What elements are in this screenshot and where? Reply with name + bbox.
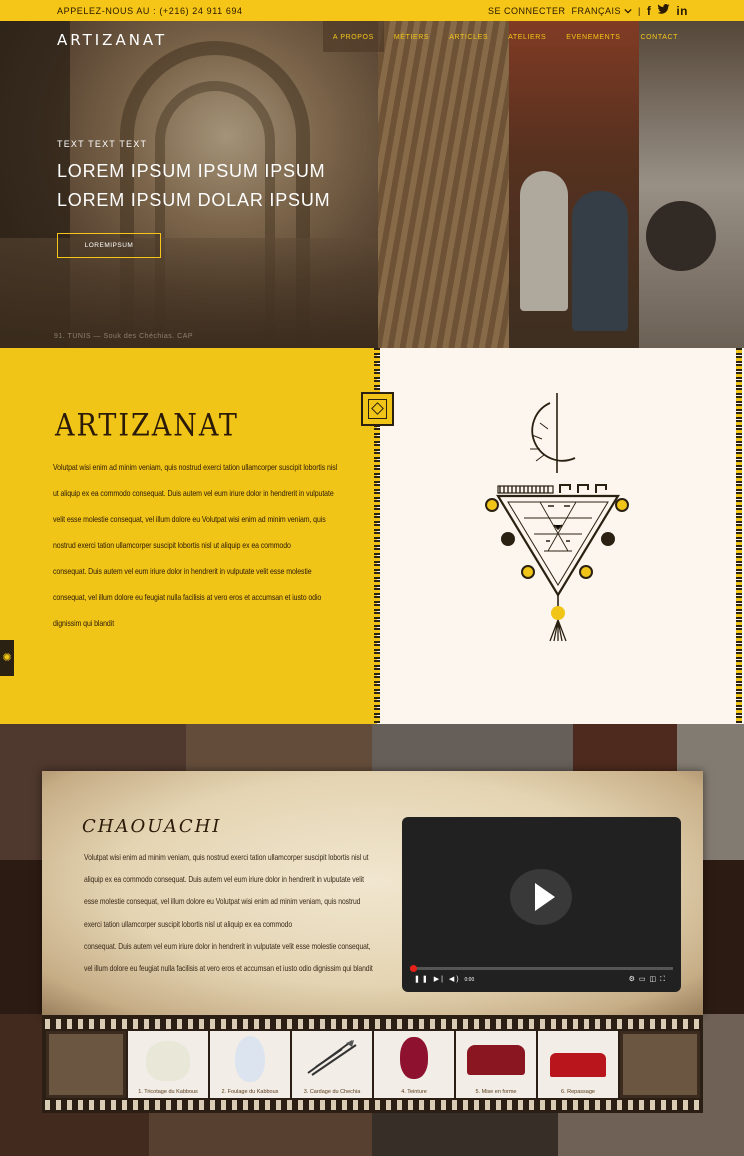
decorative-chain-border-right: [736, 348, 742, 724]
fullscreen-icon[interactable]: ⛶: [660, 976, 669, 983]
hero-text: TEXT TEXT TEXT LOREM IPSUM IPSUM IPSUM L…: [57, 139, 330, 215]
step-label-4: 4. Teinture: [401, 1089, 427, 1095]
dyed-cap-image: [400, 1037, 428, 1079]
nav-item-contact[interactable]: CONTACT: [630, 21, 688, 52]
video-controls-right: ⚙▭◫⛶: [629, 975, 669, 984]
berber-fibula-emblem-icon: [485, 393, 629, 642]
step-label-2: 2. Foulage du Kabbous: [221, 1089, 279, 1095]
nav-item-metiers[interactable]: MÉTIERS: [384, 21, 439, 52]
berber-diamond-icon: [361, 392, 394, 426]
top-bar-right: SE CONNECTER FRANÇAIS | f in: [488, 4, 688, 17]
hero-cta-button[interactable]: LOREMIPSUM: [57, 233, 161, 258]
film-perforations-top: [42, 1019, 703, 1029]
facebook-icon[interactable]: f: [647, 5, 652, 17]
volume-icon[interactable]: ◀): [449, 976, 461, 983]
play-button[interactable]: [510, 869, 572, 925]
hero-eyebrow: TEXT TEXT TEXT: [57, 139, 148, 149]
step-frame-1[interactable]: 1. Tricotage du Kabbous: [128, 1031, 208, 1098]
logo-text: ARTIZANAT: [57, 31, 168, 49]
ironed-chechia-image: [550, 1053, 606, 1077]
linkedin-icon[interactable]: in: [676, 5, 688, 17]
chaouachi-title: CHAOUACHI: [82, 816, 222, 837]
progress-handle[interactable]: [410, 965, 417, 972]
hero-headline: LOREM IPSUM IPSUM IPSUM LOREM IPSUM DOLA…: [57, 157, 330, 215]
settings-icon[interactable]: ⚙: [629, 976, 639, 983]
process-film-strip: 1. Tricotage du Kabbous 2. Foulage du Ka…: [42, 1015, 703, 1113]
nav-item-evenements[interactable]: EVENEMENTS: [556, 21, 630, 52]
main-nav: A PROPOS MÉTIERS ARTICLES ATELIERS EVENE…: [322, 21, 688, 52]
knitted-cap-image: [146, 1041, 190, 1081]
film-frames: 1. Tricotage du Kabbous 2. Foulage du Ka…: [46, 1031, 701, 1098]
video-time: 0:00: [464, 977, 475, 983]
chaouachi-description: Volutpat wisi enim ad minim veniam, quis…: [84, 846, 373, 979]
artizanat-description: Volutpat wisi enim ad minim veniam, quis…: [53, 454, 343, 636]
nav-item-a-propos[interactable]: A PROPOS: [322, 21, 384, 52]
separator: |: [637, 5, 641, 16]
chaouachi-paragraph-1: Volutpat wisi enim ad minim veniam, quis…: [84, 852, 369, 929]
step-frame-5[interactable]: 5. Mise en forme: [456, 1031, 536, 1098]
step-label-3: 3. Cardage du Chechia: [303, 1089, 361, 1095]
site-logo[interactable]: ARTIZANAT: [57, 31, 167, 49]
hero-headline-line-1: LOREM IPSUM IPSUM IPSUM: [57, 161, 326, 181]
cast-icon[interactable]: ◫: [649, 976, 660, 983]
chaouachi-paragraph-2: consequat. Duis autem vel eum iriure dol…: [84, 940, 373, 974]
login-link[interactable]: SE CONNECTER: [488, 6, 566, 16]
chaouachi-section: CHAOUACHI Volutpat wisi enim ad minim ve…: [0, 724, 744, 1156]
step-frame-4[interactable]: 4. Teinture: [374, 1031, 454, 1098]
video-controls-left: ❚❚ ▶| ◀) 0:00: [414, 975, 474, 983]
theater-icon[interactable]: ▭: [639, 976, 650, 983]
side-tab-sun-icon[interactable]: ✺: [0, 640, 14, 676]
artizanat-paragraph-2: consequat. Duis autem vel eum iriure dol…: [53, 566, 322, 628]
phone-number[interactable]: APPELEZ-NOUS AU : (+216) 24 911 694: [57, 6, 243, 16]
film-frame-blank-end: [620, 1031, 700, 1098]
language-label: FRANÇAIS: [571, 5, 621, 16]
step-frame-3[interactable]: 3. Cardage du Chechia: [292, 1031, 372, 1098]
top-bar: APPELEZ-NOUS AU : (+216) 24 911 694 SE C…: [0, 0, 744, 21]
twitter-icon[interactable]: [657, 4, 670, 17]
hero-photo-caption: 91. TUNIS — Souk des Chéchias. CAP: [54, 333, 194, 340]
carding-tool-icon: [307, 1040, 357, 1076]
nav-item-ateliers[interactable]: ATELIERS: [498, 21, 556, 52]
step-frame-6[interactable]: 6. Repassage: [538, 1031, 618, 1098]
film-frame-blank: [46, 1031, 126, 1098]
film-perforations-bottom: [42, 1100, 703, 1110]
step-label-1: 1. Tricotage du Kabbous: [138, 1089, 198, 1095]
language-select[interactable]: FRANÇAIS: [571, 6, 632, 16]
next-icon[interactable]: ▶|: [434, 976, 445, 983]
video-player[interactable]: ❚❚ ▶| ◀) 0:00 ⚙▭◫⛶: [402, 817, 681, 992]
nav-item-articles[interactable]: ARTICLES: [439, 21, 498, 52]
step-frame-2[interactable]: 2. Foulage du Kabbous: [210, 1031, 290, 1098]
pause-icon[interactable]: ❚❚: [414, 976, 430, 983]
play-icon: [535, 883, 555, 911]
step-label-5: 5. Mise en forme: [475, 1089, 517, 1095]
chevron-down-icon: [624, 8, 632, 14]
felted-cap-image: [235, 1036, 265, 1082]
shaped-chechia-image: [467, 1045, 525, 1075]
hero-headline-line-2: LOREM IPSUM DOLAR IPSUM: [57, 190, 331, 210]
artizanat-title: ARTIZANAT: [55, 408, 239, 444]
artizanat-paragraph-1: Volutpat wisi enim ad minim veniam, quis…: [53, 462, 338, 550]
step-label-6: 6. Repassage: [561, 1089, 595, 1095]
artizanat-section: ✺ ARTIZANAT Volutpat wisi enim ad minim …: [0, 348, 744, 724]
video-progress-bar[interactable]: [410, 965, 673, 972]
